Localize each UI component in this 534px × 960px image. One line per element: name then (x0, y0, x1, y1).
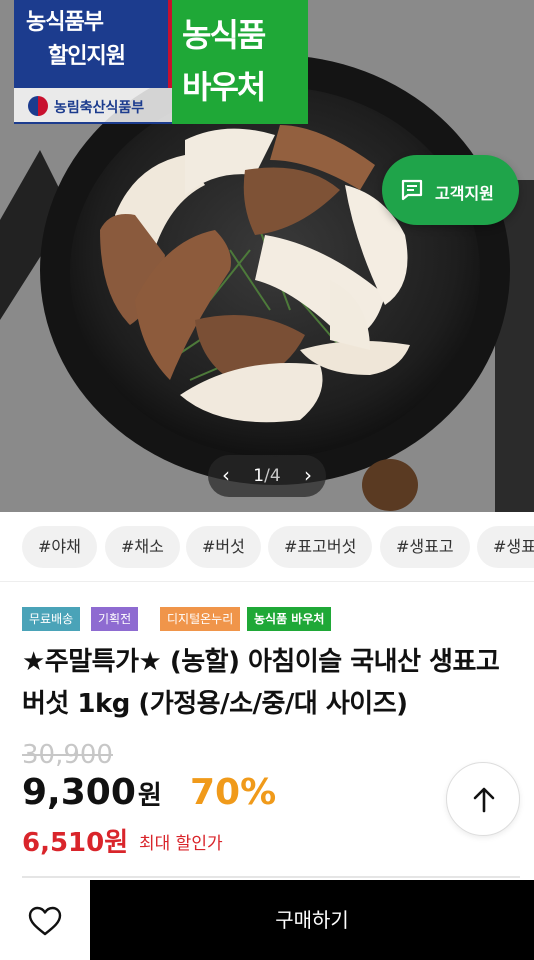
ministry-badge-line2: 할인지원 (48, 44, 126, 69)
onnuri-badge: 디지털온누리 (160, 607, 241, 631)
sale-price-unit: 원 (137, 781, 162, 811)
hashtag-list: #야채 #채소 #버섯 #표고버섯 #생표고 #생표고버섯 (0, 512, 534, 582)
product-image-carousel[interactable]: 농식품부 할인지원 농림축산식품부 농식품 바우처 고객지원 ‹ 1/4 › (0, 0, 534, 512)
government-emblem-icon (28, 96, 48, 116)
tag-chip[interactable]: #버섯 (186, 526, 261, 568)
ministry-name: 농림축산식품부 (54, 100, 145, 116)
product-title: ★주말특가★ (농할) 아침이슬 국내산 생표고버섯 1kg (가정용/소/중/… (22, 647, 500, 719)
discount-rate: 70% (190, 772, 277, 813)
tag-chip[interactable]: #생표고 (380, 526, 470, 568)
ministry-logo: 농림축산식품부 (14, 88, 172, 124)
tag-chip[interactable]: #표고버섯 (268, 526, 373, 568)
total-pages: 4 (269, 466, 281, 486)
tag-chip[interactable]: #생표고버섯 (477, 526, 534, 568)
promotion-badge: 기획전 (91, 607, 139, 631)
voucher-badge-line2: 바우처 (182, 68, 266, 106)
voucher-badge: 농식품 바우처 (172, 0, 308, 124)
customer-support-button[interactable]: 고객지원 (382, 155, 519, 225)
arrow-up-icon (473, 787, 495, 813)
sale-price: 9,300원 (22, 772, 162, 813)
ministry-badge-line1: 농식품부 (26, 10, 104, 35)
wishlist-button[interactable] (0, 880, 90, 960)
voucher-chip: 농식품 바우처 (247, 607, 332, 631)
free-shipping-badge: 무료배송 (22, 607, 81, 631)
chat-bubble-icon (401, 179, 423, 201)
sale-price-value: 9,300 (22, 772, 136, 813)
heart-icon (28, 906, 62, 936)
ministry-discount-badge: 농식품부 할인지원 (14, 0, 172, 88)
next-image-button[interactable]: › (304, 463, 312, 487)
purchase-bar: 구매하기 (0, 880, 534, 960)
max-discount-label: 최대 할인가 (139, 834, 223, 854)
image-pager: ‹ 1/4 › (208, 455, 326, 497)
buy-button[interactable]: 구매하기 (90, 880, 534, 960)
scroll-top-button[interactable] (446, 762, 520, 836)
tag-chip[interactable]: #채소 (105, 526, 180, 568)
max-discount-price: 6,510원 (22, 828, 129, 858)
current-page: 1 (253, 466, 265, 486)
original-price: 30,900 (22, 740, 113, 770)
tag-chip[interactable]: #야채 (22, 526, 97, 568)
section-divider (22, 876, 520, 878)
customer-support-label: 고객지원 (435, 184, 494, 203)
voucher-badge-line1: 농식품 (182, 16, 266, 54)
